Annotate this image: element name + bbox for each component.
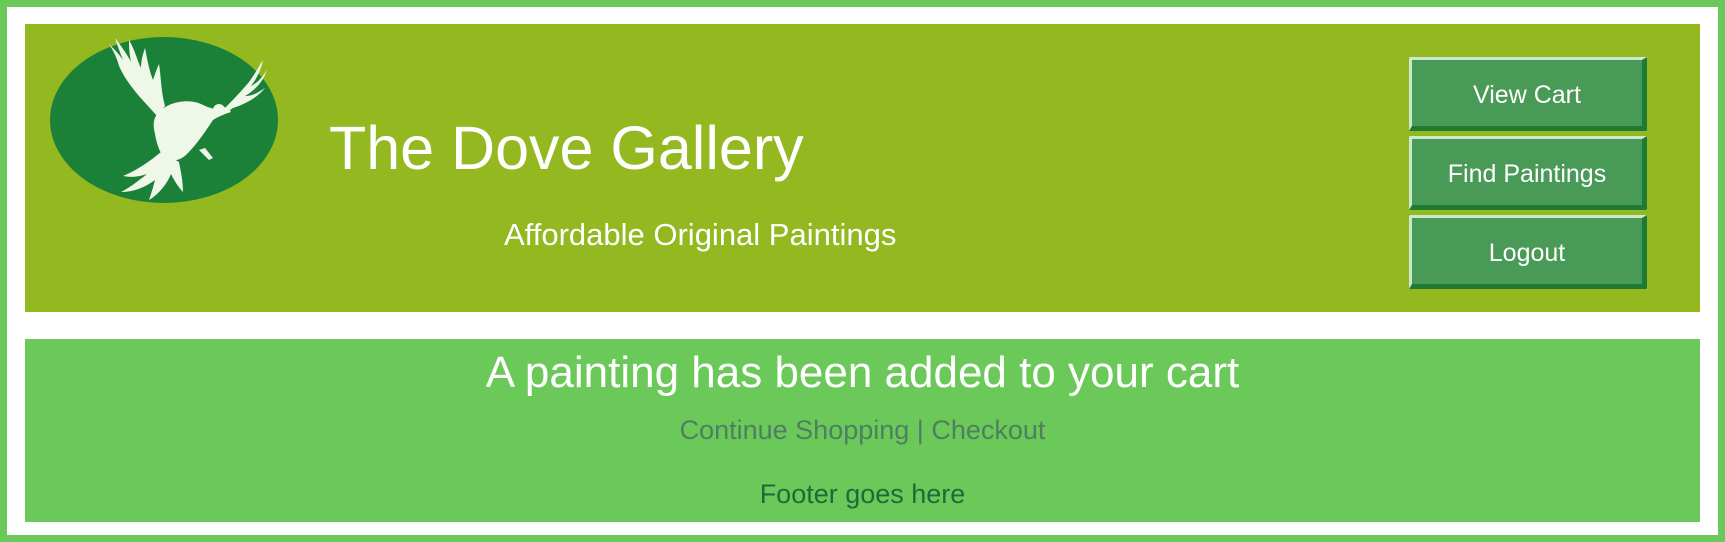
cart-added-message: A painting has been added to your cart [485, 348, 1240, 397]
link-separator: | [916, 415, 924, 445]
page-frame: The Dove Gallery Affordable Original Pai… [7, 7, 1718, 535]
continue-shopping-link[interactable]: Continue Shopping [680, 415, 910, 445]
checkout-link[interactable]: Checkout [931, 415, 1045, 445]
header-nav: View Cart Find Paintings Logout [1409, 57, 1647, 294]
dove-logo-icon [50, 37, 278, 203]
page-footer: Footer goes here [759, 479, 966, 509]
find-paintings-button[interactable]: Find Paintings [1409, 136, 1647, 210]
logout-button[interactable]: Logout [1409, 215, 1647, 289]
site-title: The Dove Gallery [329, 114, 804, 182]
view-cart-button[interactable]: View Cart [1409, 57, 1647, 131]
site-tagline: Affordable Original Paintings [504, 217, 897, 252]
site-header: The Dove Gallery Affordable Original Pai… [25, 24, 1700, 312]
main-content: A painting has been added to your cart C… [25, 339, 1700, 522]
cart-action-links: Continue Shopping | Checkout [25, 417, 1700, 444]
